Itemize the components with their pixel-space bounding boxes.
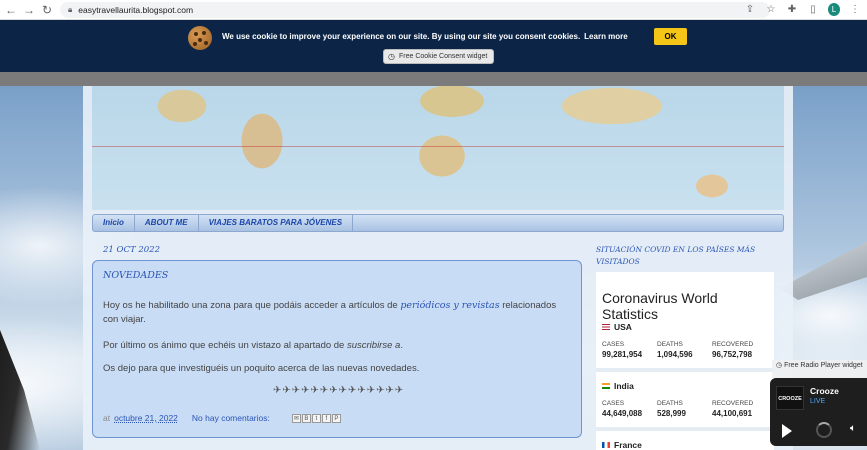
profile-avatar[interactable]: L bbox=[828, 3, 840, 16]
lock-icon: 🔒︎ bbox=[68, 5, 73, 14]
cookie-consent-bar: We use cookie to improve your experience… bbox=[0, 20, 867, 72]
country-stats-france: France bbox=[602, 440, 772, 450]
country-stats-india: India CASES 44,649,088 DEATHS 528,999 RECO… bbox=[602, 381, 754, 418]
learn-more-link[interactable]: Learn more bbox=[584, 32, 628, 41]
post-paragraph-3: Os dejo para que investiguéis un poquito… bbox=[103, 363, 420, 374]
clock-icon: ◷ bbox=[388, 52, 395, 61]
post-date-header: 21 OCT 2022 bbox=[103, 245, 160, 255]
cookie-message: We use cookie to improve your experience… bbox=[222, 32, 628, 41]
bookmark-star-icon[interactable]: ☆ bbox=[765, 4, 777, 15]
sidebar-covid-title: SITUACIÓN COVID EN LOS PAÍSES MÁS VISITA… bbox=[596, 245, 756, 266]
reload-icon[interactable]: ↻ bbox=[40, 3, 54, 17]
india-flag-icon bbox=[602, 383, 610, 389]
newspapers-link[interactable]: periódicos y revistas bbox=[400, 300, 499, 311]
share-icon[interactable]: ⇪ bbox=[744, 4, 756, 15]
station-logo: CROOZE bbox=[776, 386, 804, 410]
share-buttons: ✉ B t f P bbox=[291, 413, 341, 423]
covid-widget-title: Coronavirus World Statistics bbox=[602, 290, 718, 322]
email-icon[interactable]: ✉ bbox=[291, 413, 301, 423]
volume-icon[interactable]: 🔈︎ bbox=[850, 423, 856, 434]
station-name: Crooze bbox=[810, 386, 839, 396]
france-flag-icon bbox=[602, 442, 610, 448]
post-title[interactable]: NOVEDADES bbox=[103, 270, 168, 281]
loading-spinner-icon bbox=[816, 422, 832, 438]
usa-flag-icon bbox=[602, 324, 610, 330]
radio-widget-label[interactable]: ◷ Free Radio Player widget bbox=[772, 360, 867, 378]
header-world-map bbox=[92, 86, 784, 210]
sidepanel-icon[interactable]: ▯ bbox=[807, 4, 819, 15]
cookie-widget-label: Free Cookie Consent widget bbox=[398, 53, 488, 60]
covid-stats-widget: Coronavirus World Statistics USA CASES 99… bbox=[596, 272, 774, 450]
browser-toolbar: ← → ↻ 🔒︎ easytravellaurita.blogspot.com … bbox=[0, 0, 867, 20]
extensions-icon[interactable]: ✚ bbox=[786, 4, 798, 15]
live-badge: LIVE bbox=[810, 398, 826, 405]
cookie-icon bbox=[188, 26, 212, 50]
post-timestamp-link[interactable]: octubre 21, 2022 bbox=[114, 413, 178, 423]
twitter-icon[interactable]: t bbox=[311, 413, 321, 423]
back-icon[interactable]: ← bbox=[4, 3, 18, 17]
menu-icon[interactable]: ⋮ bbox=[849, 4, 861, 15]
nav-item-about-me[interactable]: ABOUT ME bbox=[135, 215, 199, 231]
url-text: easytravellaurita.blogspot.com bbox=[78, 5, 194, 15]
facebook-icon[interactable]: f bbox=[321, 413, 331, 423]
blogthis-icon[interactable]: B bbox=[301, 413, 311, 423]
cookie-ok-button[interactable]: OK bbox=[654, 28, 687, 45]
play-icon[interactable] bbox=[782, 424, 792, 438]
blog-post: NOVEDADES Hoy os he habilitado una zona … bbox=[92, 260, 582, 438]
nav-item-inicio[interactable]: Inicio bbox=[93, 215, 135, 231]
clock-icon: ◷ bbox=[776, 362, 785, 369]
address-bar[interactable]: 🔒︎ easytravellaurita.blogspot.com bbox=[60, 2, 770, 18]
subscribe-reference: suscribirse a bbox=[346, 340, 401, 351]
nav-item-viajes-baratos[interactable]: VIAJES BARATOS PARA JÓVENES bbox=[199, 215, 354, 231]
post-footer: at octubre 21, 2022 No hay comentarios: … bbox=[103, 413, 341, 423]
comments-link[interactable]: No hay comentarios: bbox=[192, 413, 270, 423]
top-band bbox=[0, 72, 867, 86]
main-nav: Inicio ABOUT ME VIAJES BARATOS PARA JÓVE… bbox=[92, 214, 784, 232]
pinterest-icon[interactable]: P bbox=[331, 413, 341, 423]
post-paragraph-2: Por último os ánimo que echéis un vistaz… bbox=[103, 340, 403, 351]
airplane-decoration: ✈✈✈✈✈✈✈✈✈✈✈✈✈✈ bbox=[273, 385, 405, 396]
country-stats-usa: USA CASES 99,281,954 DEATHS 1,094,596 RECO… bbox=[602, 322, 754, 359]
forward-icon[interactable]: → bbox=[22, 3, 36, 17]
radio-player: CROOZE Crooze LIVE 🔈︎ bbox=[770, 378, 867, 446]
post-paragraph-1: Hoy os he habilitado una zona para que p… bbox=[103, 300, 557, 325]
cookie-widget-badge[interactable]: ◷ Free Cookie Consent widget bbox=[383, 49, 495, 64]
